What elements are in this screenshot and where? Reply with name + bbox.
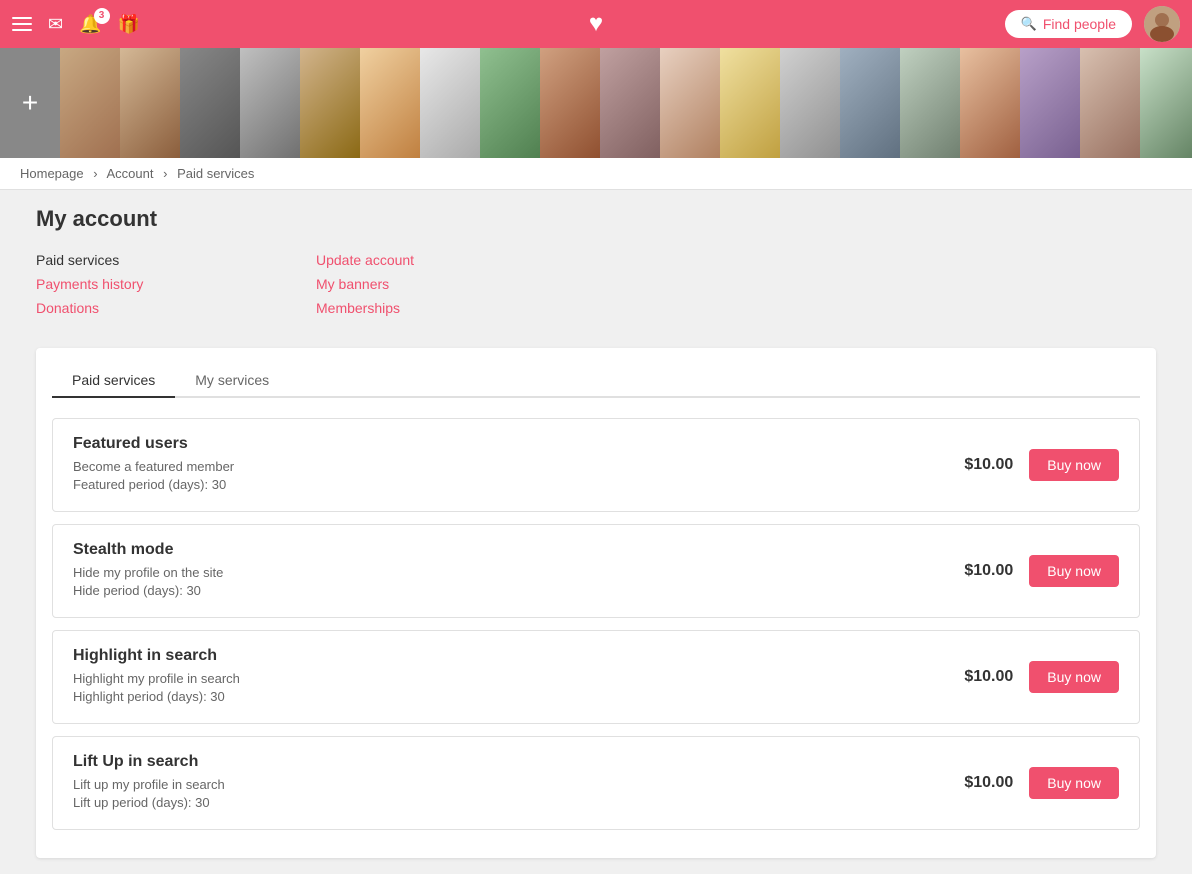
service-price-featured: $10.00 (964, 456, 1013, 474)
service-right-featured: $10.00 Buy now (964, 449, 1119, 481)
strip-photo[interactable] (1020, 48, 1080, 158)
service-right-stealth: $10.00 Buy now (964, 555, 1119, 587)
strip-photo[interactable] (1140, 48, 1192, 158)
service-price-stealth: $10.00 (964, 562, 1013, 580)
strip-photo[interactable] (660, 48, 720, 158)
strip-photo[interactable] (240, 48, 300, 158)
strip-photo[interactable] (480, 48, 540, 158)
avatar[interactable] (1144, 6, 1180, 42)
service-desc2-stealth: Hide period (days): 30 (73, 583, 964, 598)
buy-button-liftup[interactable]: Buy now (1029, 767, 1119, 799)
strip-photo[interactable] (360, 48, 420, 158)
buy-button-highlight[interactable]: Buy now (1029, 661, 1119, 693)
menu-paid-services[interactable]: Paid services (36, 252, 316, 268)
menu-payments-history[interactable]: Payments history (36, 276, 316, 292)
service-desc2-highlight: Highlight period (days): 30 (73, 689, 964, 704)
strip-photo[interactable] (900, 48, 960, 158)
tabs-row: Paid services My services (52, 364, 1140, 398)
breadcrumb-home-link[interactable]: Homepage (20, 166, 84, 181)
service-desc1-stealth: Hide my profile on the site (73, 565, 964, 580)
tab-paid-services[interactable]: Paid services (52, 364, 175, 398)
account-menu-col-left: Paid services Payments history Donations (36, 252, 316, 324)
strip-photo[interactable] (60, 48, 120, 158)
service-price-highlight: $10.00 (964, 668, 1013, 686)
main-content: My account Paid services Payments histor… (16, 190, 1176, 874)
breadcrumb-sep: › (163, 166, 167, 181)
service-card-highlight: Highlight in search Highlight my profile… (52, 630, 1140, 724)
tabs-container: Paid services My services Featured users… (36, 348, 1156, 858)
notification-badge: 3 (94, 8, 110, 24)
find-people-button[interactable]: 🔍 Find people (1005, 10, 1132, 38)
service-price-liftup: $10.00 (964, 774, 1013, 792)
service-desc2-featured: Featured period (days): 30 (73, 477, 964, 492)
strip-photo[interactable] (780, 48, 840, 158)
strip-photo[interactable] (1080, 48, 1140, 158)
strip-photo[interactable] (300, 48, 360, 158)
services-list: Featured users Become a featured member … (52, 418, 1140, 830)
service-right-highlight: $10.00 Buy now (964, 661, 1119, 693)
tab-my-services[interactable]: My services (175, 364, 289, 398)
top-navigation: ✉ 🔔 3 🎁 ♥ 🔍 Find people (0, 0, 1192, 48)
account-menu: Paid services Payments history Donations… (36, 252, 1156, 324)
strip-photo[interactable] (600, 48, 660, 158)
service-desc2-liftup: Lift up period (days): 30 (73, 795, 964, 810)
gifts-icon[interactable]: 🎁 (118, 14, 140, 35)
service-card-liftup: Lift Up in search Lift up my profile in … (52, 736, 1140, 830)
page-title: My account (36, 206, 1156, 232)
service-title-highlight: Highlight in search (73, 647, 964, 665)
service-right-liftup: $10.00 Buy now (964, 767, 1119, 799)
service-info-featured: Featured users Become a featured member … (73, 435, 964, 495)
service-info-liftup: Lift Up in search Lift up my profile in … (73, 753, 964, 813)
service-title-featured: Featured users (73, 435, 964, 453)
service-info-stealth: Stealth mode Hide my profile on the site… (73, 541, 964, 601)
menu-my-banners[interactable]: My banners (316, 276, 596, 292)
heart-logo: ♥ (589, 10, 603, 37)
service-desc1-highlight: Highlight my profile in search (73, 671, 964, 686)
breadcrumb: Homepage › Account › Paid services (0, 158, 1192, 190)
service-card-featured: Featured users Become a featured member … (52, 418, 1140, 512)
service-title-liftup: Lift Up in search (73, 753, 964, 771)
menu-icon[interactable] (12, 17, 32, 31)
menu-donations[interactable]: Donations (36, 300, 316, 316)
buy-button-stealth[interactable]: Buy now (1029, 555, 1119, 587)
breadcrumb-sep: › (93, 166, 97, 181)
service-info-highlight: Highlight in search Highlight my profile… (73, 647, 964, 707)
breadcrumb-account-link[interactable]: Account (106, 166, 153, 181)
strip-photo[interactable] (180, 48, 240, 158)
strip-photo[interactable] (540, 48, 600, 158)
service-desc1-featured: Become a featured member (73, 459, 964, 474)
breadcrumb-current: Paid services (177, 166, 254, 181)
menu-memberships[interactable]: Memberships (316, 300, 596, 316)
service-title-stealth: Stealth mode (73, 541, 964, 559)
plus-icon: + (22, 87, 38, 119)
account-menu-col-empty2 (876, 252, 1156, 324)
menu-update-account[interactable]: Update account (316, 252, 596, 268)
strip-photo[interactable] (960, 48, 1020, 158)
search-icon: 🔍 (1021, 16, 1037, 32)
notifications-icon[interactable]: 🔔 3 (79, 14, 101, 35)
strip-photo[interactable] (720, 48, 780, 158)
account-menu-col-empty (596, 252, 876, 324)
photo-strip: + (0, 48, 1192, 158)
messages-icon[interactable]: ✉ (48, 14, 63, 35)
strip-photo[interactable] (120, 48, 180, 158)
service-card-stealth: Stealth mode Hide my profile on the site… (52, 524, 1140, 618)
add-photo-button[interactable]: + (0, 48, 60, 158)
account-menu-col-right: Update account My banners Memberships (316, 252, 596, 324)
buy-button-featured[interactable]: Buy now (1029, 449, 1119, 481)
service-desc1-liftup: Lift up my profile in search (73, 777, 964, 792)
strip-photo[interactable] (840, 48, 900, 158)
strip-photo[interactable] (420, 48, 480, 158)
